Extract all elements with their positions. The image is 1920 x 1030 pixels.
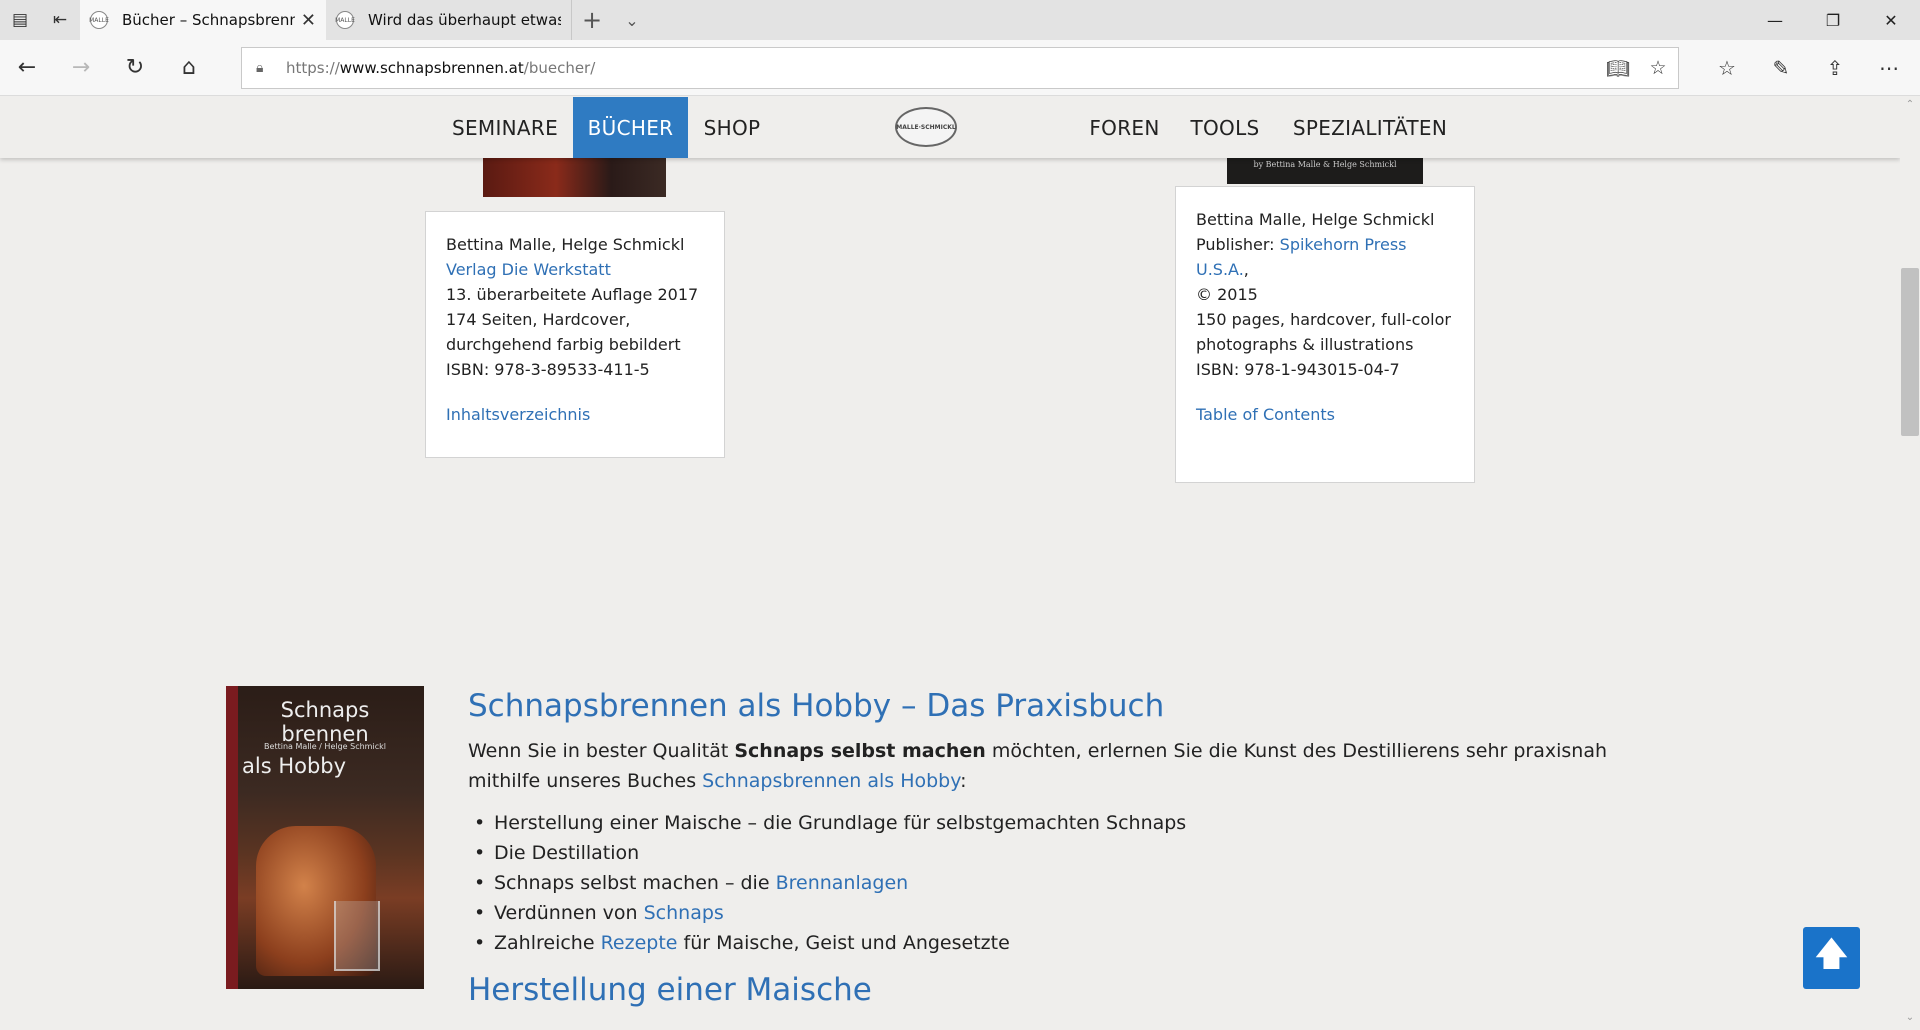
- card-isbn: ISBN: 978-3-89533-411-5: [446, 360, 650, 379]
- card-pages: 150 pages, hardcover, full-color: [1196, 310, 1451, 329]
- address-field[interactable]: 🔒︎ https://www.schnapsbrennen.at/buecher…: [241, 47, 1679, 89]
- url-host: www.schnapsbrennen.at: [339, 59, 524, 77]
- arrow-up-icon: 🡅: [1814, 933, 1849, 974]
- list-item: Die Destillation: [468, 838, 1678, 868]
- restore-icon[interactable]: ❐: [1804, 0, 1862, 40]
- book-info-card-de: Bettina Malle, Helge Schmickl Verlag Die…: [425, 211, 725, 458]
- list-item: Herstellung einer Maische – die Grundlag…: [468, 808, 1678, 838]
- card-color: durchgehend farbig bebildert: [446, 335, 681, 354]
- book-cover-image-en[interactable]: by Bettina Malle & Helge Schmickl: [1227, 157, 1423, 184]
- rezepte-link[interactable]: Rezepte: [601, 932, 678, 954]
- article-intro: Wenn Sie in bester Qualität Schnaps selb…: [468, 736, 1678, 796]
- card-year: © 2015: [1196, 285, 1258, 304]
- chevron-down-icon[interactable]: ⌄: [612, 0, 652, 40]
- forward-icon[interactable]: →: [54, 40, 108, 96]
- nav-foren[interactable]: FOREN: [1081, 97, 1168, 158]
- book-info-card-en: Bettina Malle, Helge Schmickl Publisher:…: [1175, 186, 1475, 483]
- publisher-label: Publisher:: [1196, 235, 1280, 254]
- more-icon[interactable]: ⋯: [1862, 40, 1916, 96]
- card-photos: photographs & illustrations: [1196, 335, 1414, 354]
- site-logo[interactable]: MALLE·SCHMICKL: [895, 107, 957, 147]
- book-cover-image-de[interactable]: [483, 157, 666, 197]
- lock-icon: 🔒︎: [256, 60, 264, 76]
- card-pages: 174 Seiten, Hardcover,: [446, 310, 631, 329]
- toc-link-de[interactable]: Inhaltsverzeichnis: [446, 405, 590, 424]
- article-heading-link[interactable]: Schnapsbrennen als Hobby – Das Praxisbuc…: [468, 688, 1164, 724]
- site-navigation: SEMINARE BÜCHER SHOP MALLE·SCHMICKL FORE…: [0, 97, 1900, 158]
- card-edition: 13. überarbeitete Auflage 2017: [446, 285, 699, 304]
- card-authors: Bettina Malle, Helge Schmickl: [446, 235, 685, 254]
- card-authors: Bettina Malle, Helge Schmickl: [1196, 210, 1435, 229]
- brennanlagen-link[interactable]: Brennanlagen: [776, 872, 909, 894]
- card-isbn: ISBN: 978-1-943015-04-7: [1196, 360, 1400, 379]
- cover-title: Schnaps brennen: [226, 698, 424, 746]
- list-item-text: für Maische, Geist und Angesetzte: [677, 932, 1010, 954]
- minimize-icon[interactable]: —: [1746, 0, 1804, 40]
- schnaps-link[interactable]: Schnaps: [644, 902, 724, 924]
- list-item-text: Zahlreiche: [494, 932, 601, 954]
- tab-buecher[interactable]: MALLE Bücher – Schnapsbrenn ✕: [80, 0, 326, 40]
- pen-icon[interactable]: ✎: [1754, 40, 1808, 96]
- tab-bar: ▤ ⇤ MALLE Bücher – Schnapsbrenn ✕ MALLE …: [0, 0, 1920, 40]
- scroll-down-icon[interactable]: ⌄: [1900, 1012, 1920, 1028]
- intro-bold: Schnaps selbst machen: [734, 740, 986, 762]
- tab-actions-icon[interactable]: ▤: [0, 0, 40, 40]
- site-favicon-icon: MALLE: [89, 11, 109, 29]
- nav-shop[interactable]: SHOP: [692, 97, 772, 158]
- home-icon[interactable]: ⌂: [162, 40, 216, 96]
- article-section: Schnapsbrennen als Hobby – Das Praxisbuc…: [468, 686, 1678, 1010]
- cover-title-line3: als Hobby: [242, 754, 347, 778]
- publisher-link[interactable]: Verlag Die Werkstatt: [446, 260, 611, 279]
- list-item: Zahlreiche Rezepte für Maische, Geist un…: [468, 928, 1678, 958]
- share-icon[interactable]: ⇪: [1808, 40, 1862, 96]
- cover-authors: Bettina Malle / Helge Schmickl: [264, 742, 386, 751]
- url-protocol: https://: [286, 59, 340, 77]
- close-tab-icon[interactable]: ✕: [301, 10, 316, 31]
- scroll-up-icon[interactable]: ⌃: [1900, 99, 1920, 115]
- new-tab-icon[interactable]: +: [572, 0, 612, 40]
- favorite-star-icon[interactable]: ☆: [1638, 57, 1678, 80]
- list-item-text: Herstellung einer Maische – die Grundlag…: [494, 812, 1187, 834]
- nav-buecher[interactable]: BÜCHER: [573, 97, 688, 158]
- list-item-text: Die Destillation: [494, 842, 640, 864]
- favorites-list-icon[interactable]: ☆: [1700, 40, 1754, 96]
- tab-title: Bücher – Schnapsbrenn: [122, 11, 295, 29]
- set-aside-tabs-icon[interactable]: ⇤: [40, 0, 80, 40]
- back-to-top-button[interactable]: 🡅: [1803, 927, 1860, 989]
- intro-text: Wenn Sie in bester Qualität: [468, 740, 735, 762]
- page-viewport: SEMINARE BÜCHER SHOP MALLE·SCHMICKL FORE…: [0, 97, 1920, 1030]
- cover-title-line1: Schnaps: [280, 698, 370, 722]
- nav-spezialitaeten[interactable]: SPEZIALITÄTEN: [1282, 97, 1458, 158]
- address-toolbar: ← → ↻ ⌂ 🔒︎ https://www.schnapsbrennen.at…: [0, 40, 1920, 96]
- nav-seminare[interactable]: SEMINARE: [441, 97, 569, 158]
- publisher-suffix: ,: [1243, 260, 1249, 279]
- intro-text: :: [960, 770, 967, 792]
- tab-wird-das[interactable]: MALLE Wird das überhaupt etwas?: [326, 0, 572, 40]
- feature-list: Herstellung einer Maische – die Grundlag…: [468, 808, 1678, 958]
- cover-caption: by Bettina Malle & Helge Schmickl: [1253, 160, 1397, 169]
- refresh-icon[interactable]: ↻: [108, 40, 162, 96]
- list-item: Schnaps selbst machen – die Brennanlagen: [468, 868, 1678, 898]
- back-icon[interactable]: ←: [0, 40, 54, 96]
- list-item: Verdünnen von Schnaps: [468, 898, 1678, 928]
- list-item-text: Verdünnen von: [494, 902, 644, 924]
- glass-illustration: [334, 901, 380, 971]
- list-item-text: Schnaps selbst machen – die: [494, 872, 776, 894]
- reading-view-icon[interactable]: 📖︎: [1598, 57, 1638, 80]
- intro-book-link[interactable]: Schnapsbrennen als Hobby: [702, 770, 960, 792]
- toc-link-en[interactable]: Table of Contents: [1196, 405, 1335, 424]
- site-favicon-icon: MALLE: [335, 11, 355, 29]
- book-cover-schnapsbrennen-als-hobby[interactable]: Schnaps brennen Bettina Malle / Helge Sc…: [226, 686, 424, 989]
- page-scrollbar[interactable]: ⌃ ⌄: [1900, 97, 1920, 1030]
- url-path: /buecher/: [523, 59, 596, 77]
- scrollbar-thumb[interactable]: [1901, 268, 1919, 436]
- close-window-icon[interactable]: ✕: [1862, 0, 1920, 40]
- tab-title: Wird das überhaupt etwas?: [368, 11, 561, 29]
- section-heading: Herstellung einer Maische: [468, 972, 872, 1008]
- nav-tools[interactable]: TOOLS: [1184, 97, 1266, 158]
